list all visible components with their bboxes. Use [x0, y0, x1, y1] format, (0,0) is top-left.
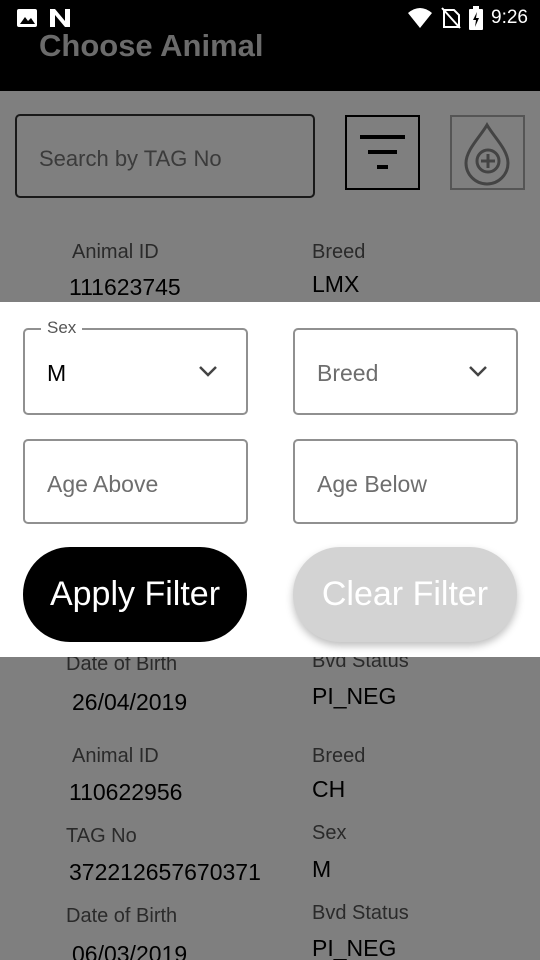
no-sim-icon — [441, 7, 461, 29]
age-below-input[interactable]: Age Below — [293, 439, 518, 524]
image-icon — [17, 9, 37, 27]
wifi-icon — [408, 8, 433, 28]
app-bar: Choose Animal — [0, 28, 540, 91]
age-below-placeholder: Age Below — [317, 471, 427, 497]
sex-selected-value: M — [47, 360, 67, 386]
apply-filter-button[interactable]: Apply Filter — [23, 547, 247, 642]
sex-dropdown[interactable]: Sex M — [23, 318, 248, 415]
n-logo-icon — [50, 9, 70, 27]
clock: 9:26 — [491, 7, 528, 28]
chevron-down-icon — [469, 366, 487, 377]
breed-dropdown[interactable]: Breed — [293, 328, 518, 415]
clear-filter-button[interactable]: Clear Filter — [293, 547, 517, 642]
sex-field-label: Sex — [41, 318, 83, 338]
filter-panel: Sex M Breed Age Above Age Below Apply Fi… — [0, 302, 540, 657]
battery-charging-icon — [469, 6, 484, 30]
age-above-input[interactable]: Age Above — [23, 439, 248, 524]
age-above-placeholder: Age Above — [47, 471, 159, 497]
breed-placeholder: Breed — [317, 360, 379, 386]
page-title: Choose Animal — [39, 28, 264, 63]
chevron-down-icon — [199, 366, 217, 377]
